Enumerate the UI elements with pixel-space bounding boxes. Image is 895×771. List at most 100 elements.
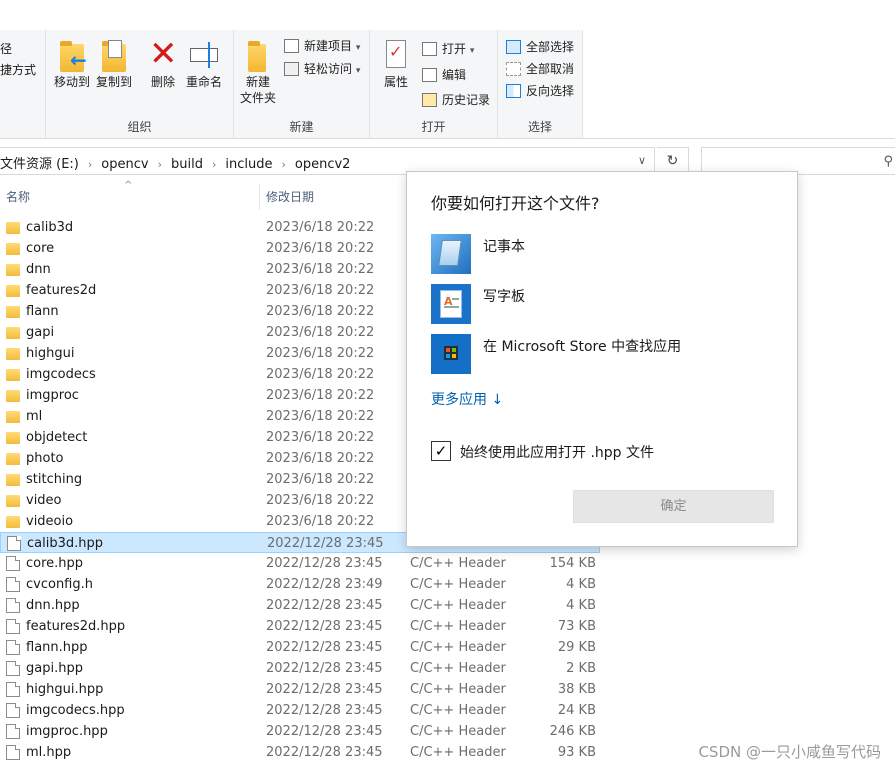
app-option-store[interactable]: 在 Microsoft Store 中查找应用: [431, 334, 771, 374]
file-date: 2023/6/18 20:22: [266, 304, 375, 319]
folder-icon: [6, 348, 20, 360]
file-icon: [6, 640, 20, 655]
app-option-wordpad[interactable]: A 写字板: [431, 284, 771, 324]
file-row[interactable]: ml.hpp 2022/12/28 23:45 C/C++ Header 93 KB: [0, 742, 600, 763]
folder-icon: [6, 264, 20, 276]
file-name: highgui: [26, 346, 75, 361]
always-use-checkbox[interactable]: ✓: [431, 441, 451, 461]
folder-icon: [6, 495, 20, 507]
new-item-button[interactable]: 新建项目 ▾: [284, 36, 360, 56]
file-icon: [6, 556, 20, 571]
chevron-down-icon: ▾: [355, 43, 361, 53]
ribbon-partial-label-1: 径: [0, 42, 13, 56]
file-date: 2023/6/18 20:22: [266, 367, 375, 382]
chevron-right-icon: ›: [157, 158, 162, 171]
open-with-dialog: 你要如何打开这个文件? 记事本 A 写字板 在 Microsoft Store …: [406, 171, 798, 547]
delete-x-icon: ✕: [149, 34, 178, 74]
file-type: C/C++ Header: [410, 598, 506, 613]
file-type: C/C++ Header: [410, 682, 506, 697]
file-size: 4 KB: [566, 577, 596, 592]
column-divider[interactable]: [259, 184, 260, 210]
file-size: 154 KB: [549, 556, 596, 571]
select-all-button[interactable]: 全部选择: [506, 37, 574, 57]
group-label-select: 选择: [527, 120, 552, 134]
folder-icon: [6, 369, 20, 381]
file-row[interactable]: highgui.hpp 2022/12/28 23:45 C/C++ Header 3…: [0, 679, 600, 700]
title-strip: [0, 0, 895, 30]
file-date: 2023/6/18 20:22: [266, 409, 375, 424]
select-all-icon: [506, 40, 521, 54]
new-folder-button[interactable]: 新建 文件夹: [236, 38, 280, 106]
chevron-right-icon: ›: [211, 158, 217, 171]
file-row[interactable]: flann.hpp 2022/12/28 23:45 C/C++ Header 29 …: [0, 637, 600, 658]
invert-selection-button[interactable]: 反向选择: [506, 81, 574, 101]
breadcrumb-build[interactable]: build: [171, 157, 203, 172]
file-size: 2 KB: [566, 661, 596, 676]
column-header-name[interactable]: 名称: [6, 180, 30, 214]
group-label-new: 新建: [289, 120, 314, 134]
properties-icon: ✓: [380, 38, 412, 72]
file-date: 2023/6/18 20:22: [266, 262, 375, 277]
file-row[interactable]: imgcodecs.hpp 2022/12/28 23:45 C/C++ Heade…: [0, 700, 600, 721]
file-name: gapi.hpp: [26, 661, 83, 676]
file-row[interactable]: features2d.hpp 2022/12/28 23:45 C/C++ Head…: [0, 616, 600, 637]
breadcrumb-opencv2[interactable]: opencv2: [295, 157, 351, 172]
file-type: C/C++ Header: [410, 640, 506, 655]
folder-icon: [6, 306, 20, 318]
file-date: 2023/6/18 20:22: [266, 451, 375, 466]
delete-button[interactable]: ✕ 删除: [141, 34, 185, 90]
file-row[interactable]: dnn.hpp 2022/12/28 23:45 C/C++ Header 4 KB: [0, 595, 600, 616]
breadcrumb-opencv[interactable]: opencv: [101, 157, 148, 172]
copy-to-button[interactable]: 复制到: [92, 38, 136, 90]
file-size: 4 KB: [566, 598, 596, 613]
ribbon-group-select: 全部选择 全部取消 反向选择 选择: [498, 30, 583, 139]
new-folder-icon: [242, 38, 274, 72]
new-folder-label-1: 新建: [245, 75, 270, 89]
breadcrumb-include[interactable]: include: [225, 157, 272, 172]
file-date: 2023/6/18 20:22: [266, 493, 375, 508]
rename-button[interactable]: 重命名: [182, 38, 226, 90]
edit-button[interactable]: 编辑: [422, 65, 466, 85]
file-name: dnn: [26, 262, 51, 277]
more-apps-link[interactable]: 更多应用 ↓: [431, 389, 503, 409]
folder-icon: [6, 390, 20, 402]
properties-button[interactable]: ✓ 属性: [374, 38, 418, 90]
always-use-label[interactable]: 始终使用此应用打开 .hpp 文件: [460, 442, 654, 462]
file-date: 2023/6/18 20:22: [266, 430, 375, 445]
folder-icon: [6, 453, 20, 465]
file-date: 2022/12/28 23:45: [266, 745, 383, 760]
move-to-button[interactable]: ← 移动到: [50, 38, 94, 90]
chevron-right-icon: ›: [281, 158, 286, 171]
file-date: 2022/12/28 23:45: [266, 724, 383, 739]
file-name: highgui.hpp: [26, 682, 104, 697]
file-date: 2023/6/18 20:22: [266, 283, 375, 298]
file-date: 2022/12/28 23:45: [267, 536, 384, 551]
file-name: stitching: [26, 472, 83, 487]
select-none-button[interactable]: 全部取消: [506, 59, 574, 79]
file-date: 2022/12/28 23:45: [266, 556, 383, 571]
file-date: 2023/6/18 20:22: [266, 346, 375, 361]
file-icon: [6, 682, 20, 697]
breadcrumb: 文件资源 (E:) › opencv › build › include › opencv2: [0, 153, 350, 172]
file-row[interactable]: cvconfig.h 2022/12/28 23:49 C/C++ Header 4 …: [0, 574, 600, 595]
folder-icon: [6, 327, 20, 339]
properties-label: 属性: [383, 75, 408, 89]
history-label: 历史记录: [442, 93, 491, 107]
file-row[interactable]: core.hpp 2022/12/28 23:45 C/C++ Header 154 …: [0, 553, 600, 574]
breadcrumb-drive[interactable]: 文件资源 (E:): [0, 157, 79, 172]
easy-access-label: 轻松访问: [304, 62, 353, 76]
file-icon: [7, 536, 21, 551]
easy-access-button[interactable]: 轻松访问 ▾: [284, 59, 360, 79]
address-dropdown-icon[interactable]: ∨: [638, 154, 646, 167]
file-size: 246 KB: [549, 724, 596, 739]
ribbon-partial-label-2[interactable]: 捷方式: [0, 61, 36, 78]
group-label-organize: 组织: [127, 120, 152, 134]
file-row[interactable]: imgproc.hpp 2022/12/28 23:45 C/C++ Header 2…: [0, 721, 600, 742]
file-row[interactable]: gapi.hpp 2022/12/28 23:45 C/C++ Header 2 KB: [0, 658, 600, 679]
column-header-modified[interactable]: 修改日期: [266, 180, 314, 214]
app-option-notepad[interactable]: 记事本: [431, 234, 771, 274]
history-button[interactable]: 历史记录: [422, 90, 490, 110]
select-all-label: 全部选择: [526, 40, 575, 54]
open-button[interactable]: 打开 ▾: [422, 39, 474, 59]
ok-button[interactable]: 确定: [573, 490, 774, 523]
